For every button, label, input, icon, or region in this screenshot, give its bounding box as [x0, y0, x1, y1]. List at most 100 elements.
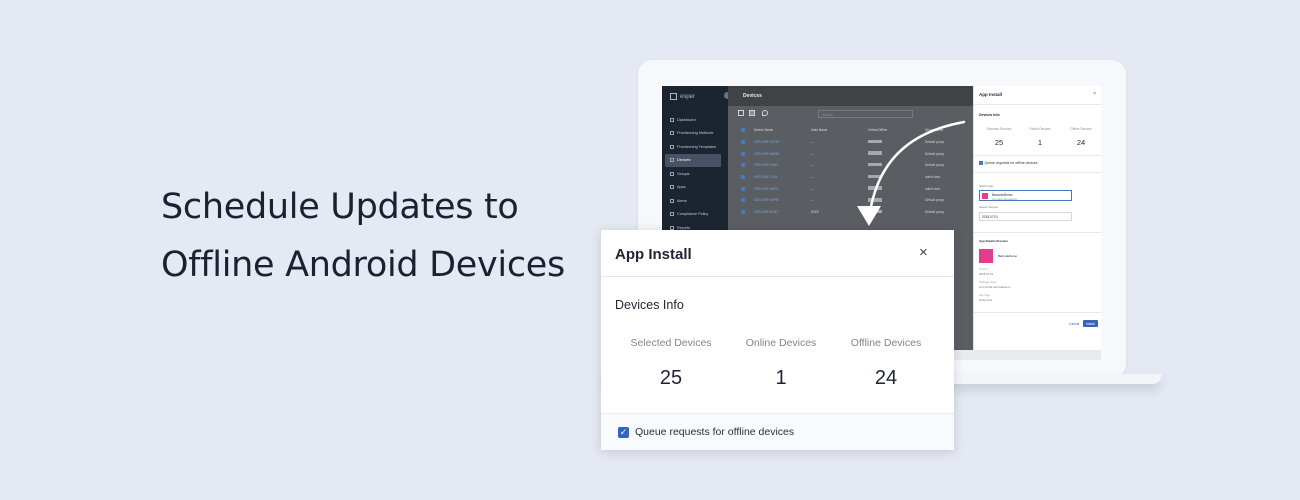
panel-selected-label: Selected Devices	[986, 127, 1012, 131]
sidebar-item-groups[interactable]: Groups	[665, 167, 721, 181]
panel-selected-count: 25	[994, 138, 1004, 147]
sidebar-item-label: Provisioning Templates	[677, 144, 716, 149]
dialog-divider	[601, 276, 954, 277]
device-name[interactable]: ESR-EISP-VH7W	[754, 140, 811, 144]
sidebar-nav: Dashboard Provisioning Methods Provision…	[665, 113, 721, 235]
app-icon	[982, 192, 988, 199]
sidebar-item-label: Dashboard	[677, 117, 696, 122]
map-pin-icon[interactable]	[762, 110, 768, 116]
select-app-label: Select App	[979, 184, 994, 188]
panel-install-button[interactable]: Install	[1083, 320, 1098, 327]
sidebar-item-compliance-policy[interactable]: Compliance Policy	[665, 208, 721, 222]
divider	[974, 155, 1101, 156]
sidebar-item-provisioning-methods[interactable]: Provisioning Methods	[665, 127, 721, 141]
sidebar-item-alerts[interactable]: Alerts	[665, 194, 721, 208]
alerts-icon	[670, 198, 674, 203]
divider	[974, 312, 1101, 313]
sidebar-item-label: Provisioning Methods	[677, 131, 714, 136]
devices-info-heading: Devices Info	[615, 298, 684, 312]
divider	[974, 104, 1101, 105]
brand-name: esper	[680, 94, 696, 101]
panel-online-count: 1	[1037, 138, 1043, 147]
sidebar-item-label: Groups	[677, 171, 690, 176]
panel-title: App Install	[979, 92, 1003, 97]
dialog-title: App Install	[615, 246, 692, 263]
divider	[974, 172, 1101, 173]
divider	[974, 232, 1101, 233]
online-devices-count: 1	[775, 367, 787, 389]
selected-app-name: BarcodeDemo	[992, 192, 1013, 197]
tags-value: lobbyrobot	[979, 298, 993, 302]
device-name[interactable]: ESR-EISP-WP9E	[754, 198, 811, 202]
selected-devices-label: Selected Devices	[630, 337, 712, 349]
version-key: Version	[979, 268, 988, 271]
offline-devices-count: 24	[874, 367, 898, 389]
package-key: Package name	[979, 281, 997, 284]
groups-icon	[670, 171, 674, 176]
column-header: Device Name	[754, 128, 774, 132]
tags-key: App Tags	[979, 294, 990, 297]
panel-offline-label: Offline Devices	[1070, 127, 1092, 131]
row-checkbox[interactable]	[741, 151, 745, 156]
online-devices-label: Online Devices	[745, 337, 817, 349]
app-preview-icon	[979, 249, 993, 263]
row-checkbox[interactable]	[741, 139, 745, 144]
template-icon	[670, 144, 674, 149]
select-app-dropdown[interactable]: BarcodeDemo com.esper.barcodedemo	[979, 190, 1072, 201]
row-checkbox[interactable]	[741, 174, 745, 179]
brand-logo: esper	[670, 93, 695, 100]
device-name[interactable]: ESR-EISP-WJZY	[754, 210, 811, 214]
device-name[interactable]: ESR-EISP-8AEW	[754, 152, 811, 156]
panel-devices-info: Devices Info	[979, 113, 1000, 117]
row-checkbox[interactable]	[741, 163, 745, 168]
sidebar-item-dashboard[interactable]: Dashboard	[665, 113, 721, 127]
app-install-dialog: App Install × Devices Info Selected Devi…	[601, 230, 954, 450]
preview-label: App Details Preview	[979, 239, 1008, 243]
select-version-dropdown[interactable]: 2018.07.01	[979, 212, 1072, 221]
panel-cancel-button[interactable]: Cancel	[1066, 320, 1082, 327]
provisioning-icon	[670, 131, 674, 136]
preview-app-name: BarcodeDemo	[998, 254, 1018, 258]
apps-icon	[670, 185, 674, 190]
version-value: 2018.07.01	[979, 272, 993, 276]
select-version-label: Select Version	[979, 205, 999, 209]
headline-line-2: Offline Android Devices	[161, 245, 565, 285]
selected-devices-count: 25	[659, 367, 683, 389]
dashboard-icon	[670, 117, 674, 122]
panel-queue-label: Queue requests for offline devices	[984, 161, 1038, 165]
device-name[interactable]: ESR-EISP-NEZE	[754, 187, 811, 191]
queue-offline-checkbox[interactable]: ✓	[618, 427, 629, 438]
queue-offline-label: Queue requests for offline devices	[635, 426, 795, 438]
selected-app-package: com.esper.barcodedemo	[992, 198, 1018, 201]
panel-queue-checkbox[interactable]: Queue requests for offline devices	[979, 161, 1038, 165]
grid-view-icon[interactable]	[738, 110, 744, 116]
logo-icon	[670, 93, 677, 100]
panel-offline-count: 24	[1076, 138, 1086, 147]
row-checkbox[interactable]	[741, 209, 745, 214]
sidebar-item-provisioning-templates[interactable]: Provisioning Templates	[665, 140, 721, 154]
app-install-panel: App Install × Devices Info Selected Devi…	[973, 86, 1101, 350]
arrow-icon	[857, 120, 966, 226]
close-icon[interactable]: ×	[919, 244, 928, 261]
device-name[interactable]: ESR-EISP-DA6X	[754, 163, 811, 167]
sidebar-item-label: Devices	[677, 158, 691, 163]
package-value: com.shh11.barcodedemo	[979, 285, 1011, 289]
sidebar-item-label: Alerts	[677, 198, 687, 203]
page-title: Devices	[728, 86, 973, 106]
device-name[interactable]: ESR-EISP-T9JA	[754, 175, 811, 179]
sidebar-item-label: Apps	[677, 185, 686, 190]
sidebar-item-devices[interactable]: Devices	[665, 153, 721, 167]
row-checkbox[interactable]	[741, 186, 745, 191]
panel-online-label: Online Devices	[1029, 127, 1051, 131]
close-icon[interactable]: ×	[1093, 91, 1096, 97]
headline: Schedule Updates to Offline Android Devi…	[161, 178, 601, 294]
sidebar-item-label: Compliance Policy	[677, 212, 709, 217]
devices-icon	[670, 158, 674, 163]
compliance-icon	[670, 212, 674, 217]
list-view-icon[interactable]	[749, 110, 755, 116]
select-all-checkbox[interactable]	[741, 128, 745, 132]
row-checkbox[interactable]	[741, 198, 745, 203]
offline-devices-label: Offline Devices	[850, 337, 922, 349]
sidebar-item-apps[interactable]: Apps	[665, 181, 721, 195]
headline-line-1: Schedule Updates to	[161, 187, 519, 227]
